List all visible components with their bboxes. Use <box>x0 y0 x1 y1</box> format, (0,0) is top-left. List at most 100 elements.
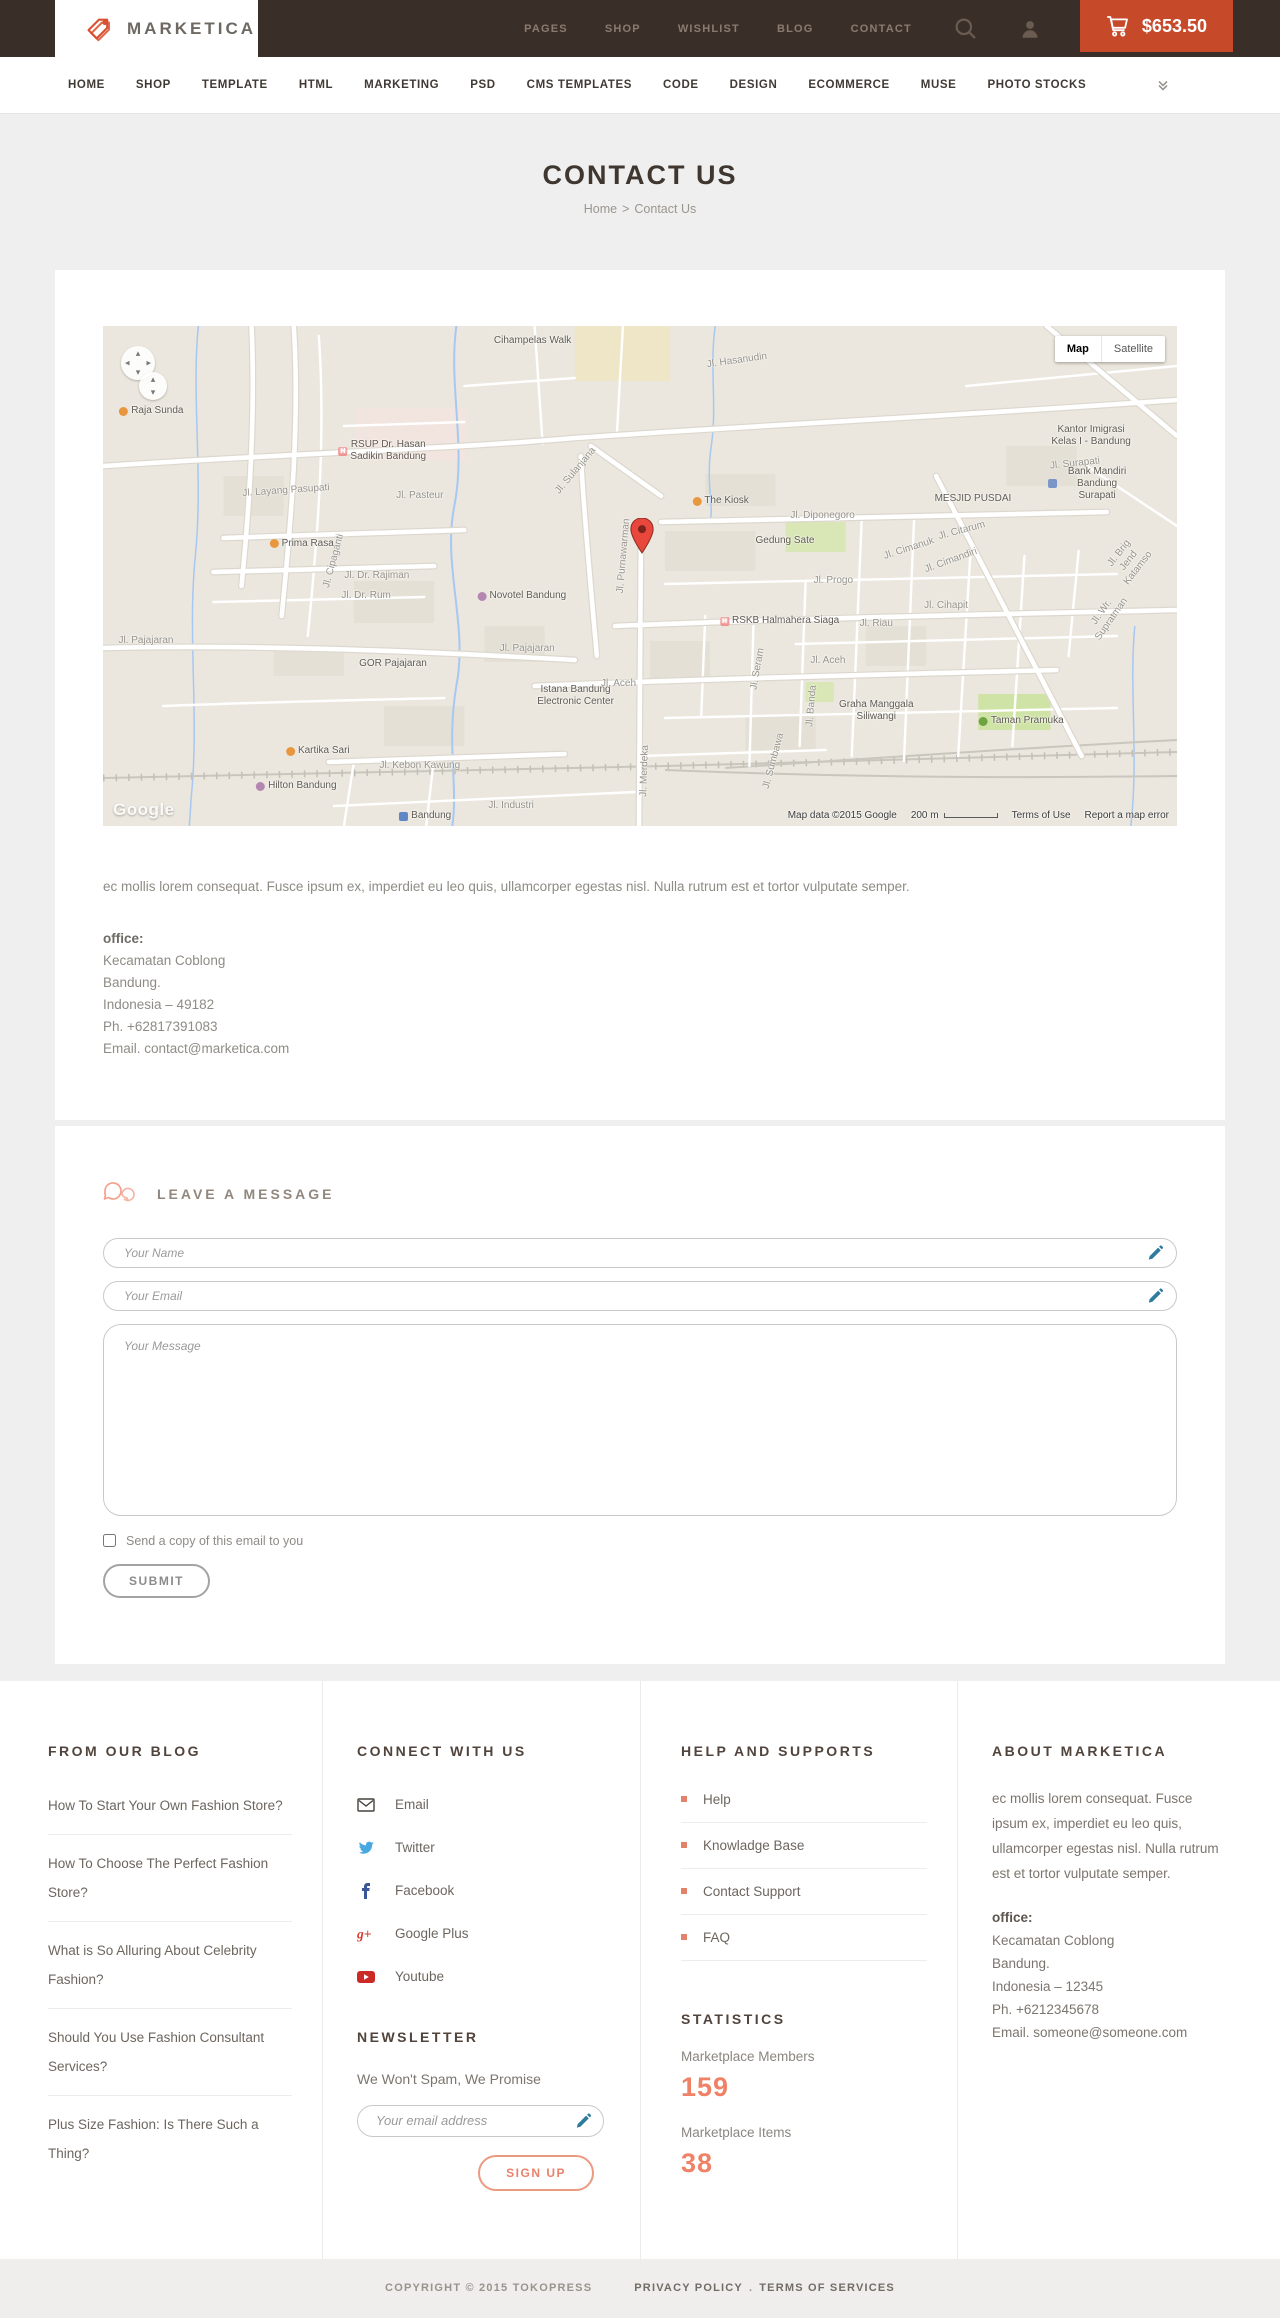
map-label-text: Jl. Citarum <box>937 519 987 543</box>
map-type-control: Map Satellite <box>1054 336 1165 362</box>
help-link[interactable]: Knowladge Base <box>703 1838 804 1853</box>
map-zoom-control[interactable]: ▴ ▾ <box>139 372 167 400</box>
blog-post-link[interactable]: Should You Use Fashion Consultant Servic… <box>48 2030 264 2074</box>
blog-post-link[interactable]: What is So Alluring About Celebrity Fash… <box>48 1943 257 1987</box>
footer-about-column: ABOUT MARKETICA ec mollis lorem consequa… <box>957 1680 1280 2259</box>
subnav-item[interactable]: HOME <box>68 79 105 91</box>
office-address: Kecamatan Coblong Bandung. Indonesia – 491… <box>103 950 1177 1060</box>
scale-bar <box>943 812 998 818</box>
map-label-text: RSKB Halmahera Siaga <box>731 615 840 626</box>
help-link[interactable]: Contact Support <box>703 1884 801 1899</box>
privacy-policy-link[interactable]: PRIVACY POLICY <box>634 2282 743 2294</box>
subnav-item[interactable]: SHOP <box>136 79 171 91</box>
facebook-link[interactable]: Facebook <box>395 1883 454 1898</box>
map-button[interactable]: Map <box>1054 336 1101 362</box>
subnav-item[interactable]: MARKETING <box>364 79 439 91</box>
map-label-text: Jl. Pajajaran <box>499 642 555 654</box>
map-label-text: MESJID PUSDAI <box>934 492 1012 504</box>
cart-button[interactable]: $653.50 <box>1079 0 1233 52</box>
email-input[interactable] <box>103 1280 1177 1311</box>
report-map-error-link[interactable]: Report a map error <box>1085 810 1169 821</box>
logo[interactable]: MARKETICA <box>55 0 258 57</box>
subnav-item[interactable]: TEMPLATE <box>202 79 268 91</box>
twitter-link[interactable]: Twitter <box>395 1840 435 1855</box>
header-nav-item[interactable]: CONTACT <box>851 23 912 35</box>
pen-icon <box>575 2113 591 2134</box>
send-copy-row: Send a copy of this email to you <box>103 1534 1177 1548</box>
map-label: H RSUP Dr. Hasan Sadikin Bandung <box>338 439 426 463</box>
subnav-item[interactable]: ECOMMERCE <box>808 79 889 91</box>
map-label: Cihampelas Walk <box>494 335 571 347</box>
square-bullet-icon <box>681 1842 687 1849</box>
satellite-button[interactable]: Satellite <box>1100 336 1165 362</box>
map-label-text: Kantor Imigrasi Kelas I - Bandung <box>1051 424 1131 447</box>
subnav-item[interactable]: PSD <box>470 79 495 91</box>
name-input[interactable] <box>103 1237 1177 1268</box>
user-icon[interactable] <box>1020 19 1040 39</box>
googleplus-link[interactable]: Google Plus <box>395 1926 469 1941</box>
map-label: Jl. Cihapit <box>924 600 968 612</box>
contact-page: MARKETICA PAGES SHOP WISHLIST BLOG CONTACT $… <box>0 0 1280 2318</box>
send-copy-checkbox[interactable] <box>103 1534 116 1548</box>
subnav-item[interactable]: CODE <box>663 79 699 91</box>
map-label-text: Bandung <box>411 810 452 821</box>
help-link[interactable]: Help <box>703 1792 731 1807</box>
map-label-text: Kartika Sari <box>297 745 350 756</box>
pen-icon <box>1147 1245 1163 1266</box>
search-icon[interactable] <box>954 17 978 41</box>
header-nav-item[interactable]: SHOP <box>605 23 641 35</box>
food-poi-icon <box>269 539 279 548</box>
subnav-item[interactable]: MUSE <box>921 79 957 91</box>
header-nav-item[interactable]: PAGES <box>524 23 568 35</box>
header-nav-item[interactable]: WISHLIST <box>678 23 740 35</box>
square-bullet-icon <box>681 1888 687 1895</box>
breadcrumb-home[interactable]: Home <box>584 202 617 216</box>
header-nav: PAGES SHOP WISHLIST BLOG CONTACT <box>524 23 912 35</box>
message-textarea[interactable] <box>103 1323 1177 1516</box>
blog-post-link[interactable]: How To Choose The Perfect Fashion Store? <box>48 1856 268 1900</box>
blog-list-item: What is So Alluring About Celebrity Fash… <box>48 1922 292 2009</box>
map-label-text: Jl. Banda <box>804 684 819 728</box>
email-icon <box>357 1797 375 1813</box>
cart-total: $653.50 <box>1141 15 1207 36</box>
about-text: ec mollis lorem consequat. Fusce ipsum e… <box>992 1790 1219 1881</box>
footer-blog-column: FROM OUR BLOG How To Start Your Own Fash… <box>0 1681 322 2259</box>
copyright-text: COPYRIGHT © 2015 TOKOPRESS <box>385 2282 593 2295</box>
blog-post-link[interactable]: How To Start Your Own Fashion Store? <box>48 1798 283 1813</box>
google-map[interactable]: Cihampelas Walk Jl. Hasanudin Raja Sunda H R… <box>103 326 1177 826</box>
subnav-item[interactable]: CMS TEMPLATES <box>527 79 632 91</box>
terms-of-use-link[interactable]: Terms of Use <box>1012 810 1071 821</box>
social-link-row: Twitter <box>357 1840 604 1856</box>
signup-button[interactable]: SIGN UP <box>478 2154 594 2191</box>
blog-post-link[interactable]: Plus Size Fashion: Is There Such a Thing… <box>48 2117 259 2161</box>
map-label-text: Jl. Riau <box>859 617 893 629</box>
square-bullet-icon <box>681 1796 687 1803</box>
help-link[interactable]: FAQ <box>703 1930 730 1945</box>
map-label: Gedung Sate <box>756 535 815 547</box>
hotel-poi-icon <box>256 781 266 791</box>
map-label-text: Jl. Layang Pasupati <box>241 481 330 500</box>
address-line: Ph. +62817391083 <box>103 1018 218 1034</box>
address-line: Bandung. <box>103 974 161 990</box>
email-link[interactable]: Email <box>395 1797 429 1812</box>
help-heading: HELP AND SUPPORTS <box>681 1742 876 1759</box>
chevron-double-down-icon[interactable] <box>1155 77 1171 93</box>
terms-of-services-link[interactable]: TERMS OF SERVICES <box>759 2282 895 2294</box>
map-label-text: Jl. Diponegoro <box>790 510 855 521</box>
youtube-link[interactable]: Youtube <box>395 1969 444 1984</box>
help-list-item: Help <box>681 1777 927 1823</box>
subnav-item[interactable]: HTML <box>299 79 333 91</box>
submit-button[interactable]: SUBMIT <box>103 1563 210 1598</box>
map-label-text: Jl. Seram <box>748 646 767 691</box>
connect-heading: CONNECT WITH US <box>357 1742 527 1759</box>
address-line: Kecamatan Coblong <box>103 952 226 968</box>
map-label-text: Jl. Pasteur <box>396 490 444 501</box>
subnav-item[interactable]: DESIGN <box>730 79 778 91</box>
newsletter-email-input[interactable] <box>357 2104 604 2137</box>
subnav-item[interactable]: PHOTO STOCKS <box>987 79 1086 91</box>
map-attribution: Map data ©2015 Google 200 m Terms of Use… <box>788 810 1169 821</box>
youtube-icon <box>357 1969 375 1985</box>
map-label-text: Prima Rasa <box>281 537 334 549</box>
stat-value: 159 <box>681 2071 730 2102</box>
header-nav-item[interactable]: BLOG <box>777 23 814 35</box>
